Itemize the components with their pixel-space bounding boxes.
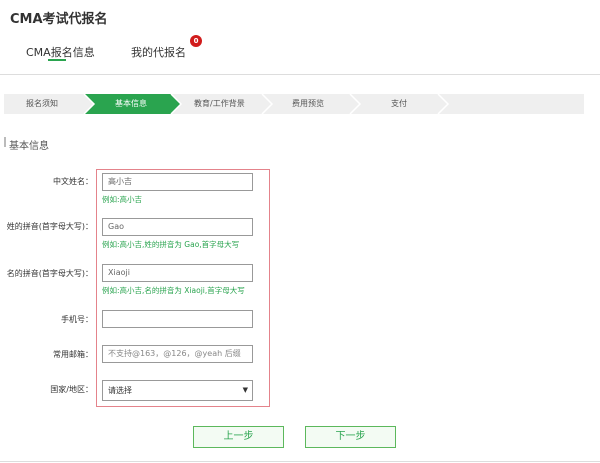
country-selected-value: 请选择 (108, 386, 132, 395)
header-divider (0, 74, 600, 75)
email-label: 常用邮箱： (53, 350, 93, 359)
phone-label: 手机号： (61, 315, 93, 324)
tab-cma-info[interactable]: CMA报名信息 (26, 44, 95, 60)
footer-divider (0, 461, 600, 462)
page-title: CMA考试代报名 (10, 12, 108, 27)
step-payment: 支付 (391, 99, 407, 108)
surname-pinyin-hint: 例如:高小吉,姓的拼音为 Gao,首字母大写 (102, 240, 240, 249)
tab-active-underline (48, 59, 66, 61)
dropdown-caret-icon: ▼ (242, 386, 248, 394)
given-pinyin-label: 名的拼音(首字母大写)： (6, 269, 93, 278)
chinese-name-hint: 例如:高小吉 (102, 195, 143, 204)
tab-my-registrations[interactable]: 我的代报名 (131, 44, 186, 60)
country-select[interactable]: 请选择 ▼ (102, 380, 253, 401)
next-step-button[interactable]: 下一步 (305, 426, 396, 448)
chinese-name-label: 中文姓名： (53, 177, 93, 186)
surname-pinyin-label: 姓的拼音(首字母大写)： (6, 222, 93, 231)
phone-input[interactable] (102, 310, 253, 328)
previous-step-button[interactable]: 上一步 (193, 426, 284, 448)
progress-steps: 报名须知 基本信息 教育/工作背景 费用预览 支付 (4, 94, 584, 114)
notification-badge: 0 (190, 35, 202, 47)
section-title: 基本信息 (9, 141, 49, 152)
email-input[interactable]: 不支持@163，@126，@yeah 后缀 (102, 345, 253, 363)
step-basic-info: 基本信息 (115, 99, 147, 108)
step-notice: 报名须知 (26, 99, 58, 108)
chinese-name-input[interactable]: 高小吉 (102, 173, 253, 191)
step-fee-preview: 费用预览 (292, 99, 324, 108)
given-pinyin-hint: 例如:高小吉,名的拼音为 Xiaoji,首字母大写 (102, 286, 245, 295)
step-education-work: 教育/工作背景 (194, 99, 245, 108)
surname-pinyin-input[interactable]: Gao (102, 218, 253, 236)
country-label: 国家/地区： (50, 385, 93, 394)
given-pinyin-input[interactable]: Xiaoji (102, 264, 253, 282)
section-marker (4, 137, 6, 147)
